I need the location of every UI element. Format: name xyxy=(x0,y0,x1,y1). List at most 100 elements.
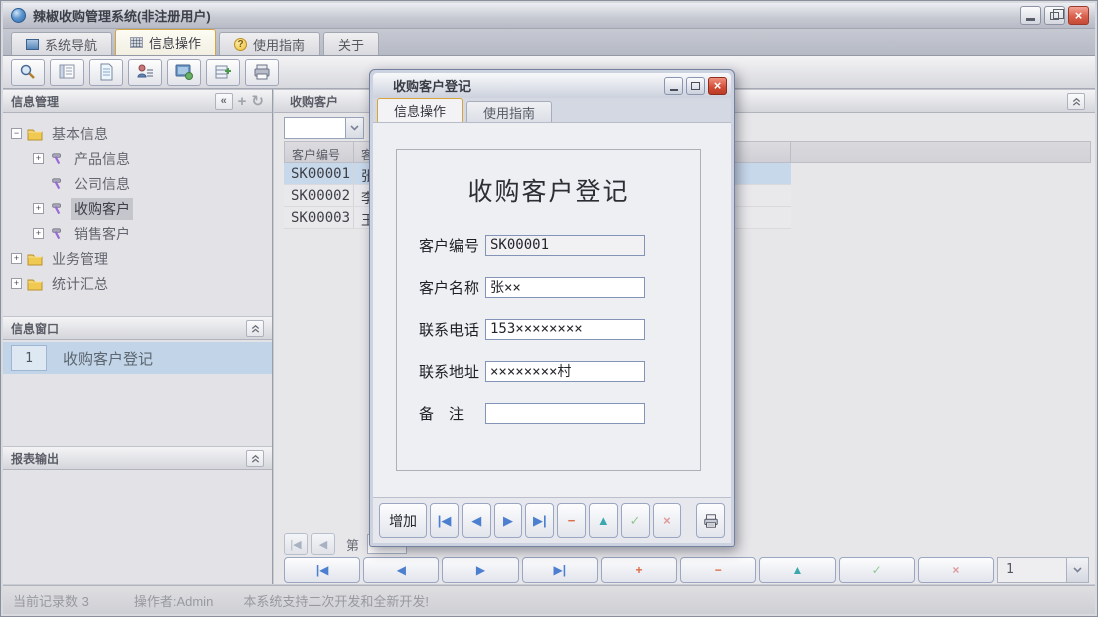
restore-button[interactable] xyxy=(1044,6,1065,25)
nav-next-button[interactable]: ▶ xyxy=(442,557,518,583)
remark-field[interactable] xyxy=(485,403,645,424)
expander-icon[interactable]: + xyxy=(33,228,44,239)
nav-cancel-button[interactable]: × xyxy=(918,557,994,583)
collapse-up-icon[interactable] xyxy=(246,320,264,337)
tree-node-stats-summary[interactable]: + 统计汇总 xyxy=(11,271,272,296)
add-record-button[interactable]: 增加 xyxy=(379,503,427,538)
expander-icon[interactable]: + xyxy=(11,253,22,264)
record-remove-button[interactable]: − xyxy=(557,503,586,538)
nav-first-button[interactable]: |◀ xyxy=(284,557,360,583)
info-window-panel-header: 信息窗口 xyxy=(3,316,272,340)
nav-edit-button[interactable]: ▲ xyxy=(759,557,835,583)
record-prev-button[interactable]: ◀ xyxy=(462,503,491,538)
print-button[interactable] xyxy=(696,503,725,538)
record-first-button[interactable]: |◀ xyxy=(430,503,459,538)
dialog-minimize-button[interactable] xyxy=(664,77,683,95)
record-count-text: 当前记录数 3 xyxy=(13,591,89,610)
tree-node-company-info[interactable]: 公司信息 xyxy=(11,171,272,196)
window-title: 辣椒收购管理系统(非注册用户) xyxy=(33,6,211,25)
nav-add-button[interactable]: + xyxy=(601,557,677,583)
page-combobox[interactable]: 1 xyxy=(997,557,1089,583)
expander-icon[interactable]: + xyxy=(33,153,44,164)
tree-node-purchase-customer[interactable]: + 收购客户 xyxy=(11,196,272,221)
collapse-up-icon[interactable] xyxy=(1067,93,1085,110)
record-edit-button[interactable]: ▲ xyxy=(589,503,618,538)
collapse-left-icon[interactable]: « xyxy=(215,93,233,110)
customer-name-field[interactable] xyxy=(485,277,645,298)
app-window: 辣椒收购管理系统(非注册用户) × 系统导航 信息操作 ? 使用指南 关于 xyxy=(0,0,1098,617)
tree-label: 统计汇总 xyxy=(49,273,111,295)
field-row-customer-id: 客户编号 xyxy=(397,234,700,256)
tree-node-basic-info[interactable]: − 基本信息 xyxy=(11,121,272,146)
info-window-item[interactable]: 1 收购客户登记 xyxy=(3,342,272,374)
chevron-double-up-icon xyxy=(1071,96,1082,107)
chevron-down-icon[interactable] xyxy=(1066,558,1088,582)
dialog-titlebar[interactable]: 收购客户登记 × xyxy=(373,73,731,98)
expander-icon[interactable]: + xyxy=(33,203,44,214)
record-confirm-button[interactable]: ✓ xyxy=(621,503,650,538)
new-document-button[interactable] xyxy=(89,59,123,86)
table-add-button[interactable] xyxy=(206,59,240,86)
expander-icon[interactable]: − xyxy=(11,128,22,139)
info-tree: − 基本信息 + 产品信息 公司信息 + 收购客户 + xyxy=(3,113,272,296)
main-panel-title: 收购客户 xyxy=(290,93,338,110)
window-preview-icon xyxy=(174,63,194,81)
expander-icon[interactable]: + xyxy=(11,278,22,289)
tree-node-business-manage[interactable]: + 业务管理 xyxy=(11,246,272,271)
record-last-button[interactable]: ▶| xyxy=(525,503,554,538)
pager-first-button[interactable]: |◀ xyxy=(284,533,308,555)
cell-id: SK00002 xyxy=(284,185,354,206)
tab-about[interactable]: 关于 xyxy=(323,32,379,55)
minimize-button[interactable] xyxy=(1020,6,1041,25)
tree-label: 业务管理 xyxy=(49,248,111,270)
tool-icon xyxy=(49,227,65,241)
titlebar: 辣椒收购管理系统(非注册用户) × xyxy=(3,3,1095,29)
form-view-button[interactable] xyxy=(50,59,84,86)
tab-info-operation[interactable]: 信息操作 xyxy=(115,29,216,55)
filter-combobox[interactable] xyxy=(284,117,364,139)
cell-id: SK00001 xyxy=(284,163,354,184)
nav-remove-button[interactable]: − xyxy=(680,557,756,583)
tree-node-product-info[interactable]: + 产品信息 xyxy=(11,146,272,171)
chevron-double-up-icon xyxy=(250,323,261,334)
column-header-id[interactable]: 客户编号 xyxy=(284,141,354,163)
dialog-tab-user-guide[interactable]: 使用指南 xyxy=(466,101,552,122)
item-label: 收购客户登记 xyxy=(63,348,153,369)
tab-user-guide[interactable]: ? 使用指南 xyxy=(219,32,320,55)
record-navbar: |◀ ◀ ▶ ▶| + − ▲ ✓ × 1 xyxy=(284,557,1089,583)
address-field[interactable] xyxy=(485,361,645,382)
dialog-tab-info-operation[interactable]: 信息操作 xyxy=(377,98,463,122)
nav-last-button[interactable]: ▶| xyxy=(522,557,598,583)
search-button[interactable] xyxy=(11,59,45,86)
page-combobox-value: 1 xyxy=(998,558,1066,582)
form-view-icon xyxy=(57,63,77,81)
user-manage-button[interactable] xyxy=(128,59,162,86)
maximize-icon xyxy=(691,82,700,90)
field-row-phone: 联系电话 xyxy=(397,318,700,340)
tree-node-sales-customer[interactable]: + 销售客户 xyxy=(11,221,272,246)
chevron-down-icon[interactable] xyxy=(345,118,363,138)
sidebar: 信息管理 « + ↻ − 基本信息 + 产品信息 公司信息 xyxy=(3,89,273,584)
collapse-up-icon[interactable] xyxy=(246,450,264,467)
add-icon[interactable]: + xyxy=(238,94,247,109)
tab-system-nav[interactable]: 系统导航 xyxy=(11,32,112,55)
dialog-close-button[interactable]: × xyxy=(708,77,727,95)
pager-prev-button[interactable]: ◀ xyxy=(311,533,335,555)
window-preview-button[interactable] xyxy=(167,59,201,86)
export-printer-icon xyxy=(252,63,272,81)
nav-confirm-button[interactable]: ✓ xyxy=(839,557,915,583)
record-next-button[interactable]: ▶ xyxy=(494,503,523,538)
phone-field[interactable] xyxy=(485,319,645,340)
export-printer-button[interactable] xyxy=(245,59,279,86)
tree-label: 基本信息 xyxy=(49,123,111,145)
nav-prev-button[interactable]: ◀ xyxy=(363,557,439,583)
tree-label: 产品信息 xyxy=(71,148,133,170)
dialog-maximize-button[interactable] xyxy=(686,77,705,95)
record-cancel-button[interactable]: × xyxy=(653,503,682,538)
refresh-icon[interactable]: ↻ xyxy=(251,94,264,109)
chevron-double-up-icon xyxy=(250,453,261,464)
panel-title: 信息管理 xyxy=(11,93,59,110)
customer-id-field[interactable] xyxy=(485,235,645,256)
purchase-customer-dialog: 收购客户登记 × 信息操作 使用指南 收购客户登记 客户编号 客户名 xyxy=(369,69,735,547)
close-button[interactable]: × xyxy=(1068,6,1089,25)
